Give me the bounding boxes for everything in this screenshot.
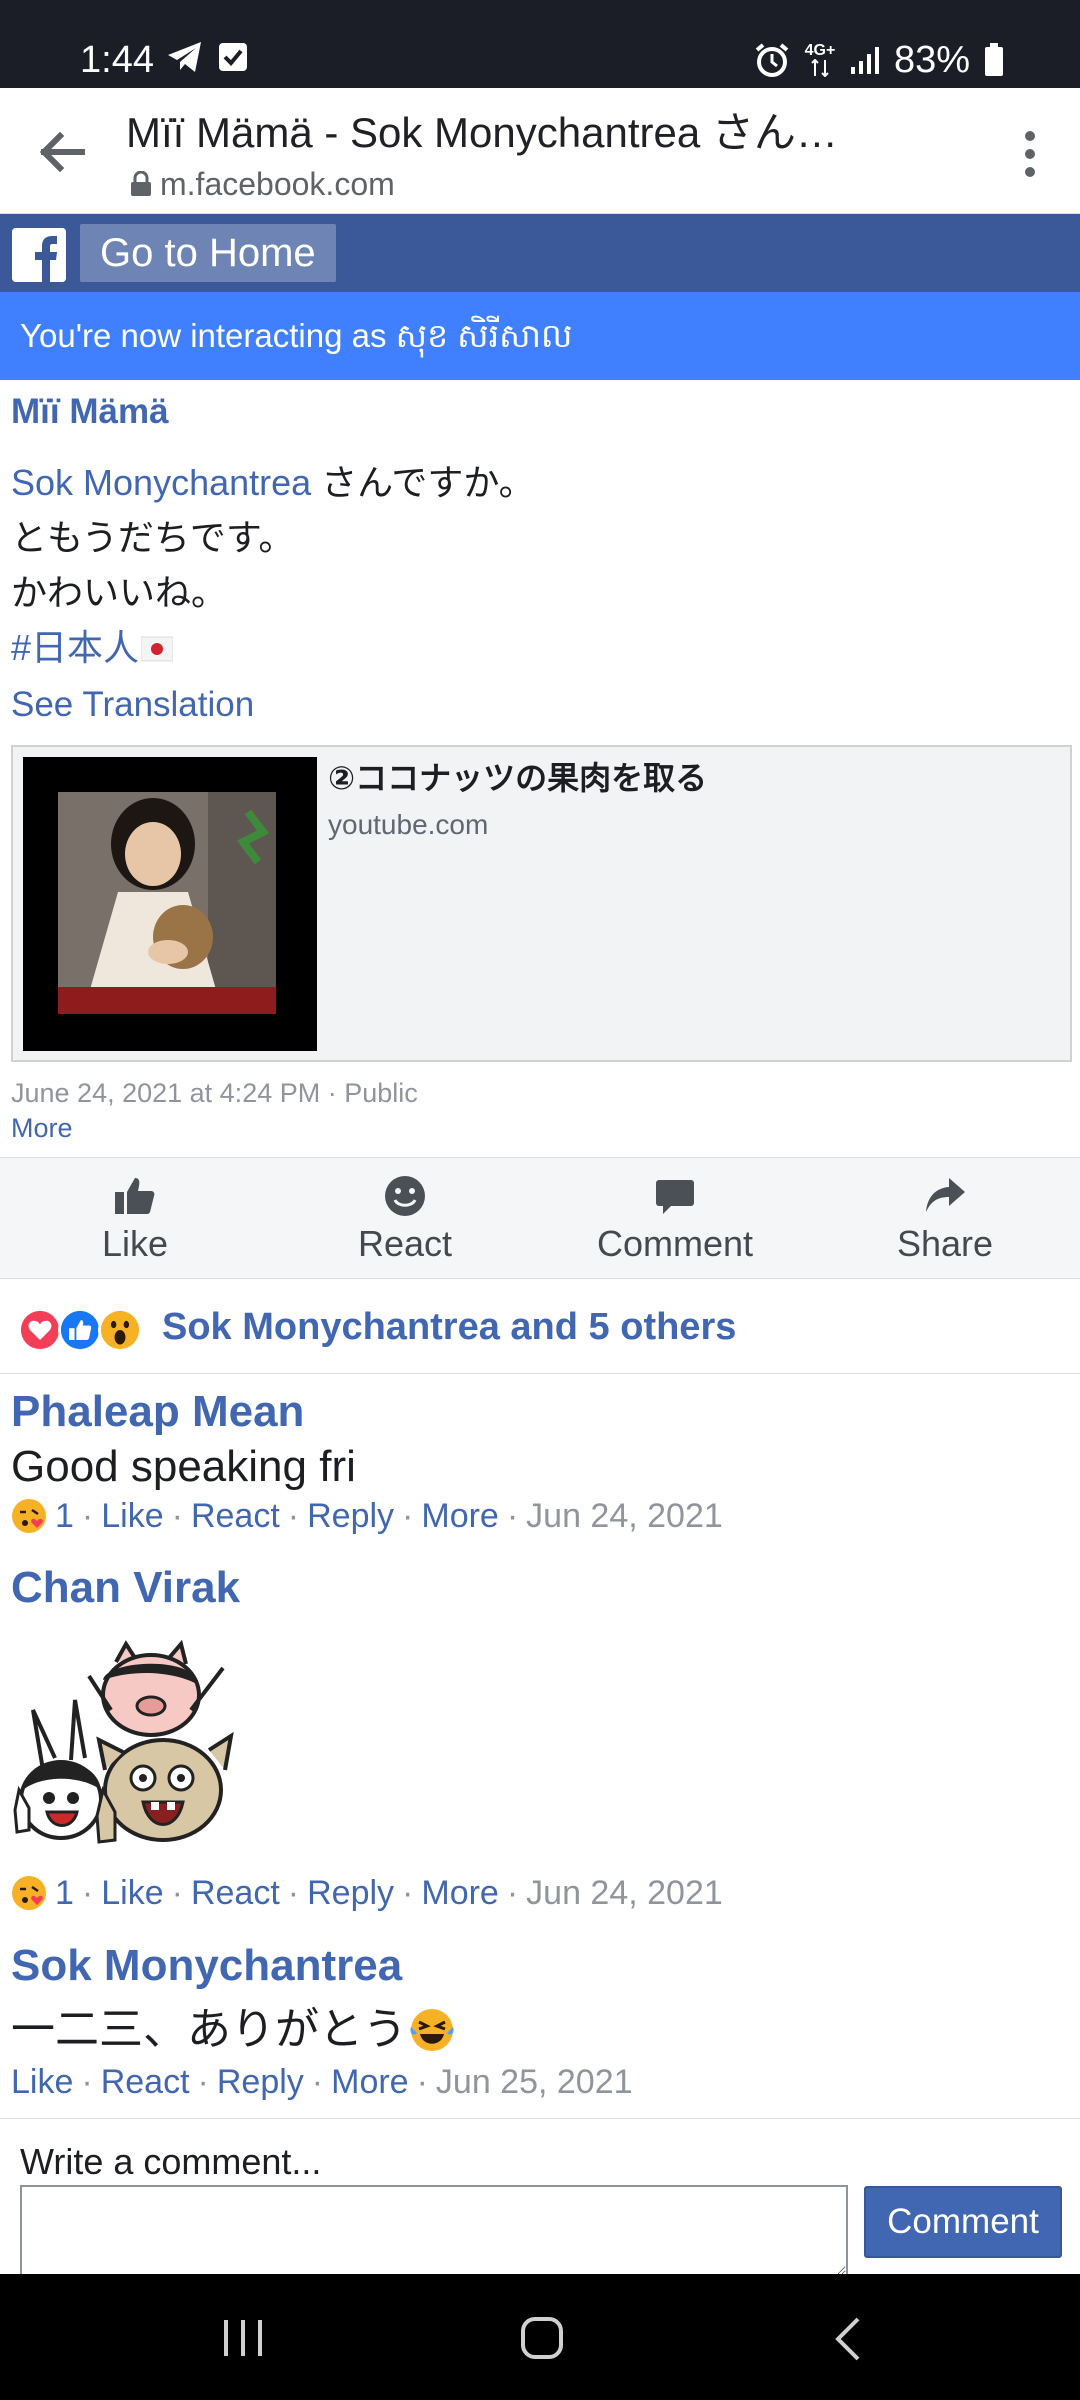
kiss-heart-reaction-icon — [12, 1499, 46, 1533]
post-author[interactable]: Mïï Mämä — [11, 390, 169, 434]
laughing-crying-emoji-icon — [410, 2009, 454, 2051]
status-bar: 1:44 4G+ 83% — [0, 0, 1080, 88]
post-line-1-text: さんですか。 — [311, 462, 535, 503]
write-comment-label: Write a comment... — [20, 2141, 322, 2182]
comment-actions: 1 · Like · React · Reply · More · Jun 24… — [11, 1494, 723, 1538]
system-nav-bar — [0, 2274, 1080, 2400]
comment-more-link[interactable]: More — [331, 2060, 408, 2104]
status-right: 4G+ 83% — [754, 38, 1004, 82]
comment-input[interactable] — [20, 2185, 848, 2275]
comment-text: Good speaking fri — [11, 1442, 356, 1491]
network-type-label: 4G+ — [804, 42, 836, 59]
post-more-link[interactable]: More — [11, 1111, 73, 1145]
hashtag-link[interactable]: #日本人 — [11, 627, 139, 668]
smiley-icon — [385, 1176, 425, 1216]
comment-date: Jun 24, 2021 — [526, 1874, 723, 1912]
comment-reply-link[interactable]: Reply — [217, 2060, 304, 2104]
post-line-3: かわいいね。 — [11, 572, 228, 613]
comment-label: Comment — [596, 1223, 754, 1264]
comment-react-link[interactable]: React — [191, 1494, 280, 1538]
link-thumbnail — [23, 757, 317, 1051]
comment-more-link[interactable]: More — [421, 1871, 498, 1915]
checkbox-icon — [219, 43, 247, 71]
system-back-icon[interactable] — [832, 2316, 862, 2362]
like-label: Like — [101, 1223, 169, 1264]
reaction-count[interactable]: 1 — [55, 1494, 74, 1538]
go-to-home-button[interactable]: Go to Home — [80, 224, 336, 282]
comment-icon — [656, 1180, 694, 1214]
comment-react-link[interactable]: React — [101, 2060, 190, 2104]
comment-actions: 1 · Like · React · Reply · More · Jun 24… — [11, 1871, 723, 1915]
comment-react-link[interactable]: React — [191, 1871, 280, 1915]
wow-reaction-icon — [98, 1308, 142, 1352]
react-button[interactable]: React — [270, 1158, 540, 1278]
submit-comment-button[interactable]: Comment — [864, 2186, 1062, 2258]
comment-author[interactable]: Sok Monychantrea — [11, 1939, 402, 1993]
japan-flag-icon — [140, 636, 174, 662]
post-line-1: Sok Monychantrea さんですか。 — [11, 455, 535, 510]
facebook-header: Go to Home — [0, 214, 1080, 292]
like-reaction-icon — [58, 1308, 102, 1352]
battery-percent: 83% — [893, 39, 970, 81]
composer-divider — [0, 2118, 1080, 2119]
comment-author[interactable]: Chan Virak — [11, 1561, 240, 1615]
battery-icon — [985, 43, 1003, 76]
sticker-image[interactable] — [11, 1640, 236, 1850]
link-preview-card[interactable]: ②ココナッツの果肉を取る youtube.com — [11, 745, 1072, 1062]
post-action-bar: Like React Comment Share — [0, 1157, 1080, 1279]
back-arrow-icon[interactable] — [36, 126, 88, 178]
post-timestamp: June 24, 2021 at 4:24 PM · Public — [11, 1078, 418, 1108]
status-notification-icons — [166, 40, 248, 74]
share-button[interactable]: Share — [810, 1158, 1080, 1278]
comment-actions: Like · React · Reply · More · Jun 25, 20… — [11, 2060, 633, 2104]
comment-like-link[interactable]: Like — [11, 2060, 73, 2104]
comment-text: 一二三、ありがとう — [11, 2005, 407, 2054]
reactions-summary-text[interactable]: Sok Monychantrea and 5 others — [162, 1302, 736, 1352]
facebook-logo-icon[interactable] — [12, 228, 66, 282]
interacting-as-banner: You're now interacting as សុខ សិរីសាល — [0, 292, 1080, 380]
post-line-4: #日本人 — [11, 620, 535, 675]
comment-date: Jun 24, 2021 — [526, 1497, 723, 1535]
comment-like-link[interactable]: Like — [101, 1494, 163, 1538]
post-line-2: ともうだちです。 — [11, 517, 295, 558]
kiss-heart-reaction-icon — [12, 1876, 46, 1910]
comment-button[interactable]: Comment — [540, 1158, 810, 1278]
thumbs-up-icon — [115, 1178, 155, 1214]
video-thumbnail-image — [58, 792, 276, 1014]
share-icon — [926, 1178, 965, 1212]
reaction-icons — [18, 1308, 142, 1352]
share-label: Share — [896, 1223, 994, 1264]
url-domain-text: m.facebook.com — [160, 166, 395, 202]
link-title: ②ココナッツの果肉を取る — [328, 760, 708, 796]
comment-reply-link[interactable]: Reply — [307, 1871, 394, 1915]
browser-toolbar: Mïï Mämä - Sok Monychantrea さん… m.facebo… — [0, 88, 1080, 214]
see-translation-link[interactable]: See Translation — [11, 678, 254, 732]
comment-reply-link[interactable]: Reply — [307, 1494, 394, 1538]
alarm-icon — [755, 43, 789, 77]
love-reaction-icon — [18, 1308, 62, 1352]
network-type-icon: 4G+ — [804, 43, 836, 77]
url-domain[interactable]: m.facebook.com — [130, 164, 395, 204]
recent-apps-icon[interactable] — [222, 2318, 264, 2358]
post-body: Sok Monychantrea さんですか。 ともうだちです。 かわいいね。 … — [11, 455, 535, 675]
reactions-summary[interactable]: Sok Monychantrea and 5 others — [0, 1280, 1080, 1374]
home-icon[interactable] — [520, 2316, 564, 2360]
comment-date: Jun 25, 2021 — [435, 2063, 633, 2101]
reaction-count[interactable]: 1 — [55, 1871, 74, 1915]
lock-icon — [131, 171, 151, 196]
comment-text-row: 一二三、ありがとう — [11, 2003, 455, 2057]
comment-more-link[interactable]: More — [421, 1494, 498, 1538]
link-domain: youtube.com — [328, 809, 489, 840]
like-button[interactable]: Like — [0, 1158, 270, 1278]
mention-link[interactable]: Sok Monychantrea — [11, 462, 311, 503]
comment-author[interactable]: Phaleap Mean — [11, 1385, 304, 1439]
signal-icon — [850, 47, 879, 74]
react-label: React — [357, 1223, 453, 1264]
page-title[interactable]: Mïï Mämä - Sok Monychantrea さん… — [126, 108, 906, 158]
telegram-icon — [168, 42, 201, 72]
status-time: 1:44 — [80, 39, 154, 81]
more-vert-icon[interactable] — [1010, 128, 1050, 180]
comment-like-link[interactable]: Like — [101, 1871, 163, 1915]
